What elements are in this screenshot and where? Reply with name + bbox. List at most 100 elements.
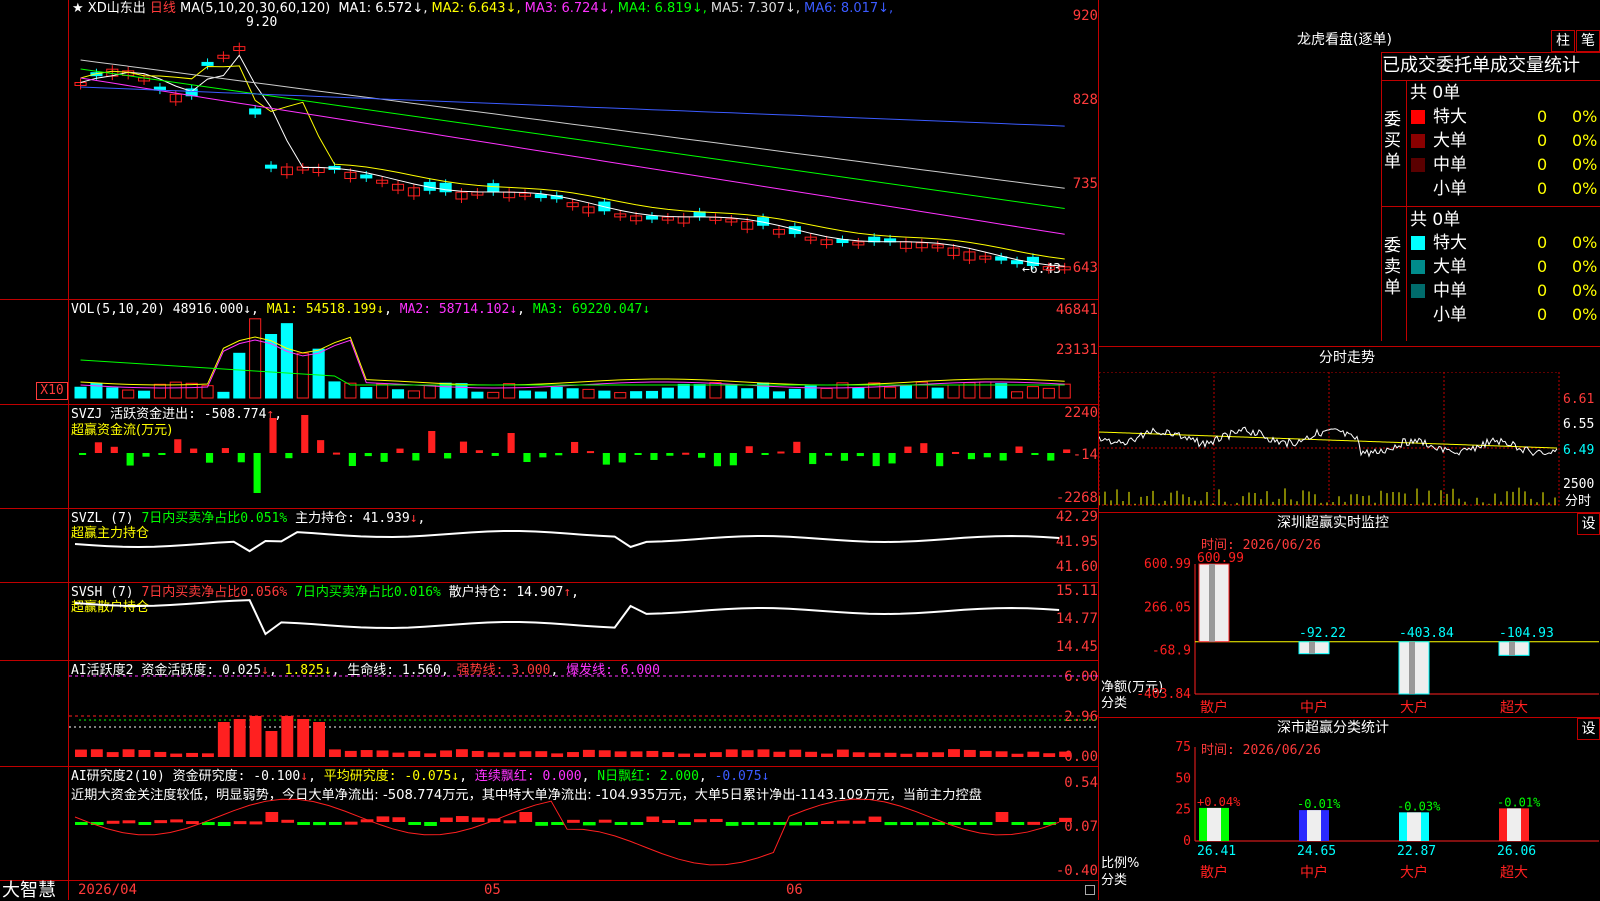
active-bar	[519, 751, 532, 757]
order-type: 特大	[1433, 233, 1467, 253]
sz-class-panel[interactable]: 深市超赢分类统计 设 时间: 2026/06/26 比例% 分类 75 50 25 0…	[1099, 717, 1600, 900]
date-label: 2026/04	[78, 882, 138, 898]
value-label: 600.99	[1197, 551, 1244, 566]
flow-bar	[507, 433, 515, 453]
order-row: 大单 0 0%	[1407, 255, 1600, 279]
y-tick: 6.49	[1563, 443, 1595, 458]
research-bar	[884, 822, 898, 826]
order-count: 0	[1537, 281, 1548, 300]
color-swatch	[1411, 308, 1425, 322]
flow-bar	[364, 453, 372, 457]
volume-panel[interactable]: VOL(5,10,20) 48916.000↓, MA1: 54518.199↓…	[0, 300, 1098, 404]
active-bar	[932, 752, 945, 757]
app-name[interactable]: 大智慧	[2, 882, 56, 900]
research-bar	[852, 820, 866, 824]
pen-mode-button[interactable]: 笔	[1576, 30, 1600, 52]
active-bar	[424, 753, 437, 757]
research-bar	[313, 822, 326, 826]
volume-bar	[455, 383, 468, 399]
active-bar	[741, 750, 754, 757]
active-bar	[170, 753, 183, 757]
flow-bar	[825, 453, 833, 456]
y-tick: 25	[1175, 803, 1191, 818]
research-bar	[265, 812, 279, 822]
research-bar	[678, 822, 691, 825]
dragon-title: 龙虎看盘(逐单)	[1297, 32, 1392, 48]
ai-active-chart	[69, 675, 1098, 757]
main-chart-panel[interactable]: ★ XD山东出 日线 MA(5,10,20,30,60,120) MA1: 6.…	[0, 0, 1098, 299]
intraday-title: 分时走势	[1319, 350, 1375, 366]
research-bar	[979, 822, 993, 825]
ma-line-5	[80, 59, 1065, 189]
flow-bar	[745, 446, 753, 453]
research-bar	[186, 821, 199, 825]
active-bar	[678, 753, 691, 757]
order-type: 中单	[1433, 281, 1467, 301]
active-bar	[233, 719, 246, 757]
volume-bar	[884, 386, 897, 399]
vol-ma1-line	[80, 336, 1065, 386]
ai-research-panel[interactable]: AI研究度2(10) 资金研究度: -0.100↓, 平均研究度: -0.075…	[0, 767, 1098, 880]
value-label: -92.22	[1299, 626, 1346, 641]
flow-bar	[666, 453, 674, 456]
color-swatch	[1411, 182, 1425, 196]
research-bar	[408, 822, 422, 825]
bar-中户	[1299, 810, 1329, 841]
volume-bar	[376, 383, 389, 399]
change-label: -0.03%	[1397, 799, 1441, 813]
active-bar	[328, 749, 341, 757]
active-bar	[630, 751, 643, 757]
svzj-panel[interactable]: SVZJ 活跃资金进出: -508.774↑, 超赢资金流(万元) 2240 -…	[0, 405, 1098, 508]
bar-mode-button[interactable]: 柱	[1551, 30, 1575, 52]
bar-散户	[1198, 563, 1230, 643]
bar-shade	[1409, 641, 1415, 694]
flow-bar	[253, 453, 261, 493]
order-row: 中单 0 0%	[1407, 153, 1600, 177]
order-count: 0	[1537, 233, 1548, 252]
candle	[487, 183, 500, 193]
ma-line-3	[80, 77, 1065, 235]
research-bar	[725, 822, 739, 826]
research-bar	[963, 822, 977, 825]
active-bar	[963, 749, 976, 757]
active-bar	[884, 752, 897, 757]
research-bar	[614, 822, 628, 825]
sell-rows: 特大 0 0% 大单 0 0% 中单 0 0% 小单 0 0%	[1407, 231, 1600, 331]
bar-大户	[1398, 641, 1430, 695]
svzl-panel[interactable]: SVZL (7) 7日内买卖净占比0.051% 主力持仓: 41.939↓, 超…	[0, 509, 1098, 582]
category-label: 散户	[1200, 864, 1228, 881]
svsh-panel[interactable]: SVSH (7) 7日内买卖净占比0.056% 7日内买卖净占比0.016% 散…	[0, 583, 1098, 660]
active-bar	[313, 722, 325, 757]
intraday-panel[interactable]: 分时走势 6.61 6.55 6.49 2500 分时	[1099, 346, 1600, 512]
research-bar	[233, 821, 247, 825]
active-bar	[360, 750, 373, 757]
lock-icon[interactable]	[1085, 885, 1095, 895]
volume-bar	[360, 387, 373, 399]
research-bar	[519, 812, 533, 822]
research-bar	[249, 821, 263, 825]
value-label: -104.93	[1499, 626, 1554, 641]
active-bar	[75, 749, 87, 757]
sz-monitor-panel[interactable]: 深圳超赢实时监控 设 时间: 2026/06/26 净额(万元) 分类 600.…	[1099, 512, 1600, 717]
buy-rows: 特大 0 0% 大单 0 0% 中单 0 0% 小单 0 0%	[1407, 105, 1600, 205]
order-pct: 0%	[1572, 155, 1598, 174]
active-bar	[90, 749, 103, 757]
order-type: 大单	[1433, 131, 1467, 151]
sell-total: 共 0单	[1410, 210, 1461, 230]
research-bar	[551, 822, 564, 825]
active-bar	[979, 750, 992, 757]
research-bar	[1027, 821, 1041, 825]
divider	[1099, 346, 1600, 347]
category-label: 中户	[1300, 699, 1328, 716]
research-bar	[662, 820, 675, 824]
research-bar	[217, 822, 231, 826]
volume-bar	[74, 386, 87, 399]
flow-bar	[1063, 449, 1071, 453]
active-bar	[249, 716, 262, 757]
flow-bar	[936, 453, 944, 467]
active-bar	[186, 752, 199, 757]
ai-active-panel[interactable]: AI活跃度2 资金活跃度: 0.025↓, 1.825↓, 生命线: 1.560…	[0, 661, 1098, 766]
research-bar	[694, 819, 707, 823]
y-tick: 75	[1175, 740, 1191, 755]
y-tick: 6.61	[1563, 392, 1595, 407]
